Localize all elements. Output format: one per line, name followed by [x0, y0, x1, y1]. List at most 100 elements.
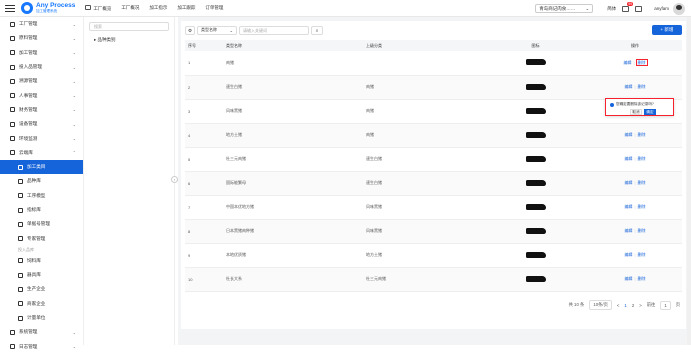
sidebar-item-process[interactable]: 工序模型 — [0, 189, 83, 203]
notification-badge: 99 — [627, 1, 634, 6]
scrollbar[interactable] — [687, 17, 691, 345]
lang-switch[interactable]: 简体 — [607, 6, 616, 12]
delete-link[interactable]: 删除 — [638, 276, 646, 281]
settings-icon[interactable]: ⚙ — [185, 25, 195, 35]
next-page-button[interactable]: > — [639, 303, 642, 308]
menu-toggle-icon[interactable] — [5, 4, 15, 12]
cancel-button[interactable]: 取消 — [630, 109, 642, 115]
delete-link[interactable]: 删除 — [635, 58, 648, 66]
sidebar-item-label: 品种库 — [27, 178, 41, 184]
delete-link[interactable]: 删除 — [638, 156, 646, 161]
user-name[interactable]: anyfam — [654, 6, 669, 11]
sidebar-item-shop[interactable]: 商家企业 — [0, 297, 83, 311]
tree-search-input[interactable]: 搜索 — [89, 22, 169, 31]
sidebar-item-doc[interactable]: 单据号管理 — [0, 217, 83, 231]
page-input[interactable]: 1 — [660, 300, 671, 310]
delete-link[interactable]: 删除 — [638, 204, 646, 209]
sidebar-item-category[interactable]: 加工类目 — [0, 159, 83, 175]
notification-icon[interactable]: 99 — [622, 1, 634, 12]
table-row: 4 地方土猪 肉猪 编辑 | 删除 — [185, 123, 682, 148]
nav-factory-status[interactable]: 工厂概况 — [121, 5, 139, 11]
column-header: 上级分类 — [363, 40, 483, 51]
wrench-icon — [10, 50, 15, 56]
doc-icon — [18, 221, 23, 227]
edit-link[interactable]: 编辑 — [624, 180, 632, 185]
sidebar-item-person[interactable]: 人事管理 ⌄ — [0, 88, 83, 102]
sidebar-item-enterprise[interactable]: 生产企业 — [0, 282, 83, 296]
category-table: 序号 类型名称 上级分类 图标 操作 1 肉猪 编辑 | 删除 2 速生白猪 肉猪 编辑 | 删除 3 风味黑猪… — [185, 40, 682, 292]
edit-link[interactable]: 编辑 — [624, 132, 632, 137]
main-content: ⚙ 类型名称 ⌄ 请输入关键词 ⌕ + 新增 序号 类型名称 上级分类 图标 操作 1 肉猪… — [178, 17, 691, 345]
nav-factory-overview[interactable]: 工厂概览 — [85, 4, 111, 12]
table-cell: 6 — [185, 171, 223, 196]
edit-link[interactable]: 编辑 — [624, 276, 632, 281]
table-cell: 风味黑猪 — [363, 195, 483, 220]
add-button[interactable]: + 新增 — [652, 25, 682, 35]
sidebar-item-label: 加工管理 — [19, 49, 38, 55]
sidebar-item-expert[interactable]: 专家管理 — [0, 231, 83, 245]
tree-node[interactable]: ▸ 品种类别 — [94, 37, 116, 43]
collapse-panel-icon[interactable]: ‹ — [171, 176, 178, 183]
sidebar-item-tools[interactable]: 原料管理 ⌄ — [0, 31, 83, 45]
delete-link[interactable]: 删除 — [638, 132, 646, 137]
sidebar-item-tool[interactable]: 器具库 — [0, 268, 83, 282]
table-cell: 2 — [185, 75, 223, 100]
table-cell: 本地优质猪 — [223, 243, 363, 268]
message-icon[interactable] — [635, 5, 643, 12]
org-select[interactable]: 青岛商记肉食…… ⌄ — [535, 4, 594, 13]
delete-link[interactable]: 删除 — [638, 228, 646, 233]
nav-order-manage[interactable]: 订单管理 — [205, 5, 223, 11]
page-2[interactable]: 2 — [632, 303, 634, 308]
page-size-select[interactable]: 10条/页 — [589, 300, 612, 310]
sidebar-item-log[interactable]: 日志管理 ⌄ — [0, 340, 83, 354]
sidebar-item-label: 工厂管理 — [19, 21, 38, 27]
delete-link[interactable]: 删除 — [638, 252, 646, 257]
sidebar-item-label: 溯源管理 — [19, 78, 38, 84]
total-count: 共 10 条 — [568, 302, 585, 307]
edit-link[interactable]: 编辑 — [623, 60, 631, 65]
sidebar-item-breed[interactable]: 品种库 — [0, 174, 83, 188]
sidebar-item-unit[interactable]: 计量单位 — [0, 311, 83, 325]
edit-link[interactable]: 编辑 — [624, 228, 632, 233]
enterprise-icon — [18, 286, 23, 292]
pig-icon — [525, 251, 546, 258]
nav-processing-track[interactable]: 加工跟踪 — [177, 5, 195, 11]
chevron-icon: ⌄ — [72, 329, 76, 335]
table-cell: 杜长大系 — [223, 267, 363, 292]
sidebar-item-trace[interactable]: 溯源管理 ⌄ — [0, 74, 83, 88]
sidebar-item-system[interactable]: 系统管理 ⌄ — [0, 325, 83, 339]
table-cell: 日本黑猪肉种猪 — [223, 219, 363, 244]
logo-icon — [21, 2, 33, 14]
field-select[interactable]: 类型名称 ⌄ — [197, 25, 237, 35]
edit-link[interactable]: 编辑 — [624, 156, 632, 161]
finance-icon — [10, 107, 15, 113]
search-icon[interactable]: ⌕ — [311, 25, 323, 35]
nav-processing-guide[interactable]: 加工指示 — [149, 5, 167, 11]
pig-icon — [525, 59, 546, 66]
sidebar-item-label: 财务管理 — [19, 106, 38, 112]
delete-link[interactable]: 删除 — [638, 84, 646, 89]
edit-link[interactable]: 编辑 — [624, 84, 632, 89]
edit-link[interactable]: 编辑 — [624, 204, 632, 209]
search-input[interactable]: 请输入关键词 — [239, 25, 309, 35]
avatar[interactable] — [673, 2, 685, 15]
sidebar-item-device[interactable]: 设备管理 ⌄ — [0, 117, 83, 131]
sidebar-item-finance[interactable]: 财务管理 ⌄ — [0, 103, 83, 117]
sidebar-item-env[interactable]: 环境监测 ⌄ — [0, 131, 83, 145]
prev-page-button[interactable]: < — [617, 303, 620, 308]
delete-link[interactable]: 删除 — [638, 180, 646, 185]
confirm-button[interactable]: 确定 — [644, 109, 656, 115]
page-1[interactable]: 1 — [624, 303, 626, 308]
sidebar-item-flag[interactable]: 指标库 — [0, 203, 83, 217]
table-cell: 5 — [185, 147, 223, 172]
sidebar-item-wrench[interactable]: 加工管理 ⌄ — [0, 46, 83, 60]
logo: Any Process 加工管理系统 — [21, 2, 75, 14]
edit-link[interactable]: 编辑 — [624, 252, 632, 257]
sidebar-item-factory[interactable]: 工厂管理 ⌄ — [0, 17, 83, 31]
sidebar-item-feed[interactable]: 饲料库 — [0, 254, 83, 268]
sidebar-item-cloud[interactable]: 云端库 ⌃ — [0, 146, 83, 160]
sidebar-item-input[interactable]: 投入品管理 ⌄ — [0, 60, 83, 74]
table-cell: 速生白猪 — [363, 171, 483, 196]
tools-icon — [10, 35, 15, 41]
factory-icon — [10, 21, 15, 27]
